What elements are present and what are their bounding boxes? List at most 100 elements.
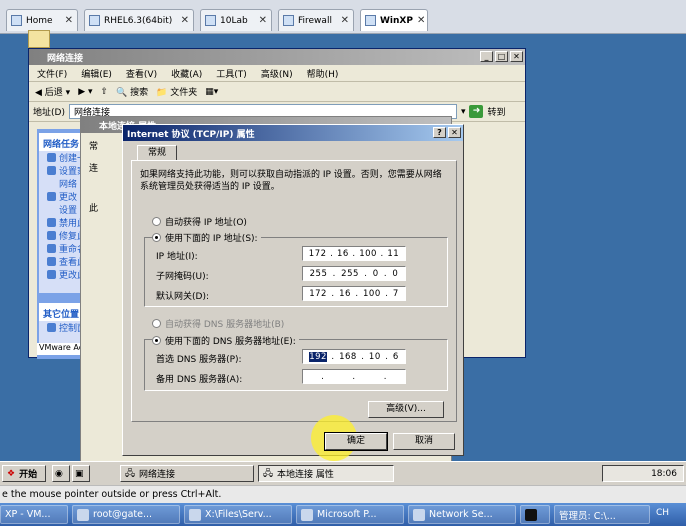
radio-dot <box>152 319 161 328</box>
alternate-dns-label: 备用 DNS 服务器(A): <box>156 375 243 385</box>
task-icon <box>47 270 56 279</box>
guest-taskbar: ❖ 开始 ◉ ▣ 🖧 网络连接 🖧 本地连接 属性 18:06 <box>0 461 686 485</box>
vm-icon <box>365 15 376 26</box>
menu-favorites[interactable]: 收藏(A) <box>171 67 202 80</box>
task-icon <box>47 192 56 201</box>
radio-dot <box>152 217 161 226</box>
views-button[interactable]: ▦▾ <box>205 87 218 97</box>
close-icon[interactable]: ✕ <box>65 15 73 26</box>
up-button[interactable]: ⇧ <box>101 87 109 97</box>
window-title: 网络连接 <box>47 53 84 64</box>
preferred-dns-label: 首选 DNS 服务器(P): <box>156 355 242 365</box>
menu-view[interactable]: 查看(V) <box>126 67 157 80</box>
host-task-ssh[interactable]: root@gate... <box>72 505 180 524</box>
go-button[interactable]: 转到 <box>487 105 505 118</box>
tab-label: Home <box>26 15 53 26</box>
address-dropdown[interactable]: ▾ <box>461 107 466 117</box>
label-fragment2: 此 <box>89 204 99 214</box>
powerpoint-icon <box>301 508 313 521</box>
system-tray: 18:06 <box>602 465 684 482</box>
task-icon <box>47 231 56 240</box>
vmware-tab-bar: Home ✕ RHEL6.3(64bit) ✕ 10Lab ✕ Firewall… <box>0 0 686 34</box>
tab-fragment: 常 <box>89 142 99 152</box>
desktop-quicklaunch-icon[interactable]: ▣ <box>72 465 90 482</box>
cancel-button[interactable]: 取消 <box>393 433 455 450</box>
minimize-button[interactable]: _ <box>480 51 493 62</box>
host-task-powerpoint[interactable]: Microsoft P... <box>296 505 404 524</box>
menu-tools[interactable]: 工具(T) <box>216 67 247 80</box>
folder-icon[interactable] <box>28 30 50 48</box>
ie-quicklaunch-icon[interactable]: ◉ <box>52 465 70 482</box>
tab-general[interactable]: 常规 <box>137 145 177 161</box>
network-icon: 🖧 <box>125 468 136 479</box>
vm-icon <box>89 15 100 26</box>
task-icon <box>47 153 56 162</box>
gateway-field[interactable]: 172. 16. 100. 7 <box>302 286 406 301</box>
tcpip-properties-dialog: Internet 协议 (TCP/IP) 属性 ? ✕ 常规 如果网络支持此功能… <box>122 124 464 461</box>
close-icon[interactable]: ✕ <box>341 15 349 26</box>
console-icon <box>525 508 537 521</box>
network-icon <box>413 508 425 521</box>
help-button[interactable]: ? <box>433 127 446 138</box>
task-icon <box>47 166 56 175</box>
tab-winxp[interactable]: WinXP ✕ <box>360 9 428 31</box>
go-arrow-icon[interactable]: ➜ <box>469 105 484 118</box>
auto-dns-radio[interactable]: 自动获得 DNS 服务器地址(B) <box>152 317 284 330</box>
gateway-label: 默认网关(D): <box>156 292 209 302</box>
menu-help[interactable]: 帮助(H) <box>307 67 339 80</box>
search-button[interactable]: 🔍 搜索 <box>116 85 148 98</box>
advanced-button[interactable]: 高级(V)... <box>368 401 444 418</box>
tab-home[interactable]: Home ✕ <box>6 9 78 31</box>
taskbar-item-lanprops[interactable]: 🖧 本地连接 属性 <box>258 465 394 482</box>
folder-icon <box>189 508 201 521</box>
back-button[interactable]: ◀ 后退 ▾ <box>35 85 70 98</box>
auto-ip-radio[interactable]: 自动获得 IP 地址(O) <box>152 215 247 228</box>
task-icon <box>47 257 56 266</box>
tab-10lab[interactable]: 10Lab ✕ <box>200 9 272 31</box>
mask-label: 子网掩码(U): <box>156 272 209 282</box>
maximize-button[interactable]: □ <box>495 51 508 62</box>
terminal-icon <box>77 508 89 521</box>
host-task-explorer[interactable]: X:\Files\Serv... <box>184 505 292 524</box>
windows-logo-icon: ❖ <box>7 468 16 479</box>
subnet-mask-field[interactable]: 255. 255. 0. 0 <box>302 266 406 281</box>
general-tab-pane: 如果网络支持此功能，则可以获取自动指派的 IP 设置。否则，您需要从网络系统管理… <box>131 160 457 422</box>
ip-address-field[interactable]: 172. 16. 100. 11 <box>302 246 406 261</box>
host-task-network[interactable]: Network Se... <box>408 505 516 524</box>
status-text: e the mouse pointer outside or press Ctr… <box>2 489 222 500</box>
menu-edit[interactable]: 编辑(E) <box>81 67 112 80</box>
start-button[interactable]: ❖ 开始 <box>2 465 46 482</box>
task-icon <box>47 218 56 227</box>
vm-icon <box>205 15 216 26</box>
label-fragment: 连 <box>89 164 99 174</box>
tab-firewall[interactable]: Firewall ✕ <box>278 9 354 31</box>
host-task-admin-cmd[interactable]: 管理员: C:\... <box>554 505 650 524</box>
use-ip-radio[interactable]: 使用下面的 IP 地址(S): <box>152 231 261 244</box>
menu-file[interactable]: 文件(F) <box>37 67 67 80</box>
ip-label: IP 地址(I): <box>156 252 198 262</box>
ok-button[interactable]: 确定 <box>324 432 388 451</box>
tab-label: WinXP <box>380 15 413 26</box>
taskbar-item-network[interactable]: 🖧 网络连接 <box>120 465 254 482</box>
forward-button[interactable]: ▶ ▾ <box>78 87 92 97</box>
folders-button[interactable]: 📁 文件夹 <box>156 85 197 98</box>
preferred-dns-field[interactable]: 192. 168. 10. 6 <box>302 349 406 364</box>
close-button[interactable]: ✕ <box>510 51 523 62</box>
tab-label: RHEL6.3(64bit) <box>104 15 173 26</box>
close-icon[interactable]: ✕ <box>417 15 425 26</box>
close-icon[interactable]: ✕ <box>181 15 189 26</box>
tcpip-titlebar[interactable]: Internet 协议 (TCP/IP) 属性 ? ✕ <box>123 125 463 141</box>
host-task-cmd[interactable] <box>520 505 550 524</box>
tab-rhel[interactable]: RHEL6.3(64bit) ✕ <box>84 9 194 31</box>
host-taskbar: XP - VM... root@gate... X:\Files\Serv...… <box>0 503 686 526</box>
menu-advanced[interactable]: 高级(N) <box>261 67 293 80</box>
host-task-vmware[interactable]: XP - VM... <box>0 505 68 524</box>
dialog-title: Internet 协议 (TCP/IP) 属性 <box>127 129 255 140</box>
close-icon[interactable]: ✕ <box>259 15 267 26</box>
explorer-titlebar[interactable]: 网络连接 _ □ ✕ <box>29 49 525 65</box>
alternate-dns-field[interactable]: ... <box>302 369 406 384</box>
input-language[interactable]: CH <box>656 508 669 518</box>
use-dns-radio[interactable]: 使用下面的 DNS 服务器地址(E): <box>152 334 299 347</box>
close-button[interactable]: ✕ <box>448 127 461 138</box>
description-text: 如果网络支持此功能，则可以获取自动指派的 IP 设置。否则，您需要从网络系统管理… <box>140 170 442 192</box>
